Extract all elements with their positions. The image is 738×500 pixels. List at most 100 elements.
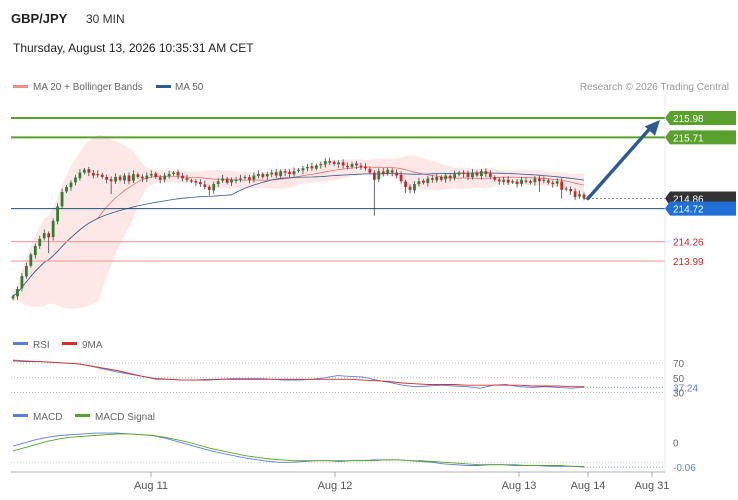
candle-body [163,175,167,180]
candle-body [453,174,457,179]
candle-body [439,176,443,180]
candle-body [555,181,559,184]
candle-body [105,176,109,180]
candle-body [355,163,358,166]
candle-body [368,168,372,173]
candle-body [176,172,180,176]
candle-body [306,166,309,169]
candle-body [78,172,82,179]
candle-body [328,161,332,163]
candle-body [506,179,510,183]
chart-frame: GBP/JPY 30 MIN Thursday, August 13, 2026… [11,11,736,492]
macd-signal-legend-swatch [75,414,90,417]
candle-body [230,179,233,183]
candle-body [172,172,175,175]
ma50-legend-swatch [156,85,171,88]
candle-body [154,173,158,177]
rsi-ma-legend-label: 9MA [82,340,103,351]
candle-body [359,165,363,167]
candle-body [546,180,550,183]
candle-body [256,174,260,177]
candle-body [87,169,91,173]
credit-label: Research © 2026 Trading Central [580,82,729,93]
candle-body [100,174,104,177]
level-badge-label-214.72: 214.72 [673,205,704,216]
candle-body [216,181,220,185]
candle-body [158,177,162,180]
candle-body [20,276,24,289]
candle-body [234,179,238,182]
candle-body [350,164,354,167]
x-tick-label-aug-12: Aug 12 [318,480,353,492]
candle-body [426,178,430,183]
candle-body [265,174,269,177]
candle-body [42,233,46,239]
candle-body [56,206,59,222]
candle-body [323,161,327,165]
candle-body [243,176,247,179]
candle-body [239,178,242,180]
candle-body [29,254,33,266]
candle-body [381,171,385,175]
candle-body [529,181,532,183]
level-label-214.26: 214.26 [673,238,704,249]
candle-body [480,171,483,177]
forecast-arrow [586,120,660,201]
rsi-ma-legend-swatch [62,342,77,345]
rsi-ma-line [12,360,584,388]
candle-body [346,166,349,168]
candle-body [466,173,470,177]
candle-body [207,186,211,190]
candle-body [484,171,488,175]
candle-body [140,176,144,179]
candle-body [225,178,229,183]
candle-body [404,181,407,187]
candle-body [462,172,465,175]
level-label-213.99: 213.99 [673,257,704,268]
candle-body [198,182,202,185]
ma20-legend-label: MA 20 + Bollinger Bands [33,82,143,93]
candle-body [444,175,448,180]
candle-body [181,175,184,179]
candle-body [502,179,506,182]
rsi-panel: RSI 9MA 705030 37.24 [11,340,698,400]
candle-body [190,180,193,182]
candle-body [377,171,381,180]
candle-body [301,168,305,171]
candle-body [24,266,28,277]
candle-body [560,181,564,190]
candle-body [435,176,439,181]
candle-body [96,174,100,176]
candle-body [270,172,274,175]
candle-body [422,180,425,183]
rsi-value-label: 37.24 [673,383,698,394]
bollinger-band [13,134,584,309]
candle-body [457,172,461,175]
x-tick-label-aug-14: Aug 14 [571,480,606,492]
candle-body [395,172,399,176]
candle-body [69,182,73,188]
rsi-legend-swatch [13,342,28,345]
candle-body [372,172,376,180]
x-tick-label-aug-11: Aug 11 [134,480,168,492]
macd-panel: MACD MACD Signal 0 -0.06 [11,412,696,474]
candle-body [123,175,126,181]
candle-body [16,289,19,297]
candle-body [91,172,95,176]
candle-body [194,181,198,183]
macd-value-label: -0.06 [673,463,696,474]
x-tick-label-aug-31: Aug 31 [635,480,670,492]
candle-body [511,181,515,183]
x-tick-label-aug-13: Aug 13 [502,480,537,492]
macd-signal-legend-label: MACD Signal [95,412,155,423]
level-badges: 215.98215.71214.86214.72214.26213.99 [665,111,736,268]
candle-body [413,184,416,191]
macd-zero-label: 0 [673,438,679,449]
level-badge-label-215.71: 215.71 [673,133,704,144]
candle-body [542,179,546,182]
candle-body [471,172,474,178]
candle-body [337,162,341,165]
candle-body [390,170,394,173]
candle-body [60,192,64,207]
candle-body [11,296,15,299]
